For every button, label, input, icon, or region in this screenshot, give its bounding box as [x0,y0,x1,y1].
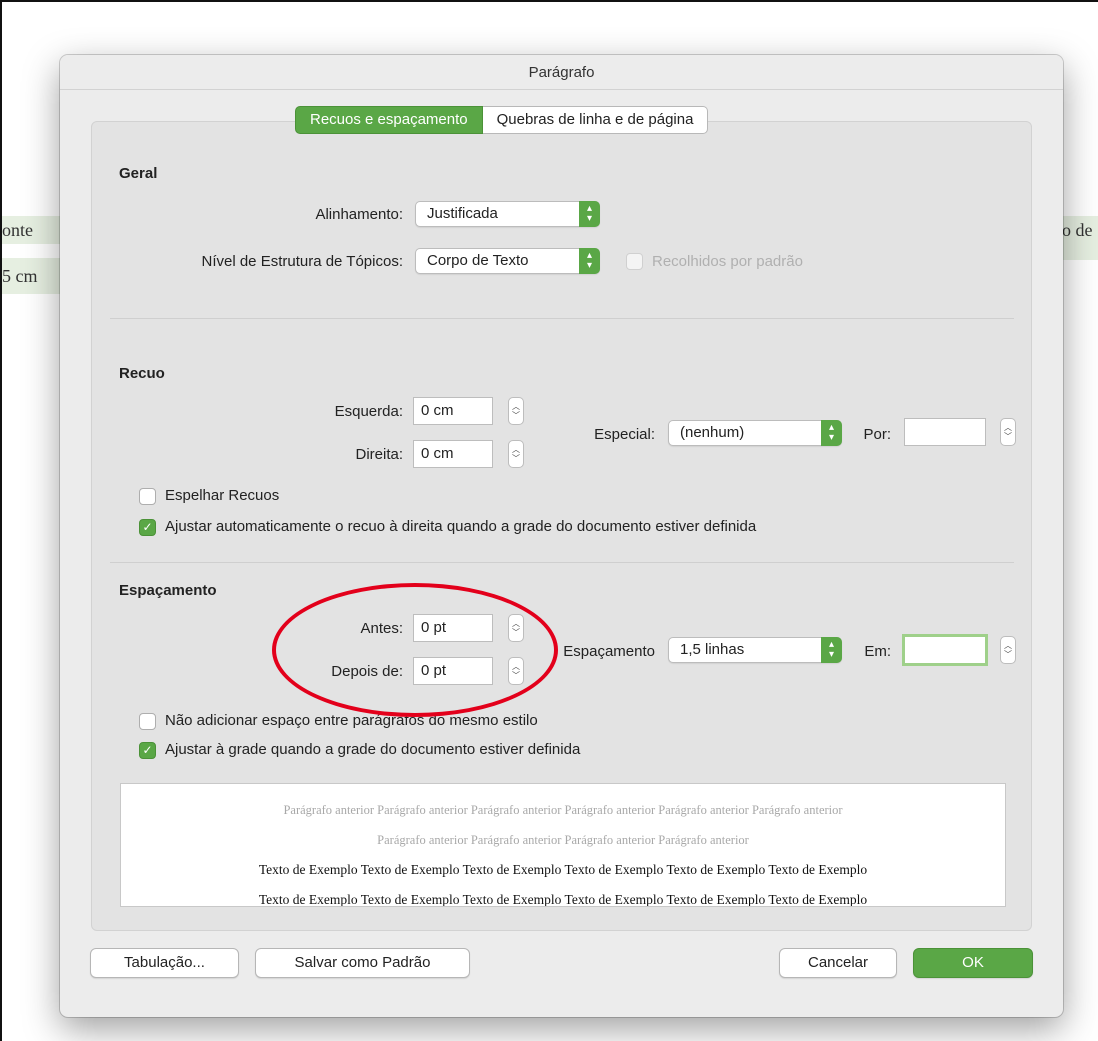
preview-previous-line: Parágrafo anterior Parágrafo anterior Pa… [377,833,749,847]
chevron-up-down-icon: ▴ ▾ [821,420,842,446]
especial-label: Especial: [594,426,655,443]
recolhidos-label: Recolhidos por padrão [652,253,803,270]
ajustar-recuo-checkbox[interactable]: ✓ [139,519,156,536]
depois-de-stepper[interactable]: ︿ ﹀ [508,657,524,685]
alinhamento-select[interactable]: Justificada ▴ ▾ [415,201,600,227]
section-title-espacamento: Espaçamento [119,582,217,599]
chevron-up-down-icon: ▴ ▾ [821,637,842,663]
nao-adicionar-espaco-label: Não adicionar espaço entre parágrafos do… [165,712,538,729]
salvar-como-padrao-button[interactable]: Salvar como Padrão [255,948,470,978]
alinhamento-label: Alinhamento: [315,206,403,223]
esquerda-label: Esquerda: [334,403,403,420]
section-title-geral: Geral [119,165,158,182]
alinhamento-value: Justificada [427,205,498,222]
preview-previous-line: Parágrafo anterior Parágrafo anterior Pa… [283,803,843,817]
cancelar-button[interactable]: Cancelar [779,948,897,978]
nivel-estrutura-value: Corpo de Texto [427,252,529,269]
dialog-title: Parágrafo [60,55,1063,90]
direita-input[interactable]: 0 cm [413,440,493,468]
especial-select[interactable]: (nenhum) ▴ ▾ [668,420,842,446]
esquerda-input[interactable]: 0 cm [413,397,493,425]
tab-bar: Recuos e espaçamento Quebras de linha e … [295,106,709,134]
direita-stepper[interactable]: ︿ ﹀ [508,440,524,468]
direita-value: 0 cm [421,445,454,462]
recolhidos-checkbox[interactable] [626,253,643,270]
ajustar-grade-label: Ajustar à grade quando a grade do docume… [165,741,581,758]
por-stepper[interactable]: ︿ ﹀ [1000,418,1016,446]
antes-stepper[interactable]: ︿ ﹀ [508,614,524,642]
chevron-up-down-icon: ▴ ▾ [579,248,600,274]
paragraph-dialog: Parágrafo Recuos e espaçamento Quebras d… [60,55,1063,1017]
direita-label: Direita: [355,446,403,463]
document-text-left-1: onte [2,216,62,244]
section-title-recuo: Recuo [119,365,165,382]
espacamento-value: 1,5 linhas [680,641,745,658]
document-text-left-2: 5 cm [2,258,62,294]
antes-input[interactable]: 0 pt [413,614,493,642]
depois-de-input[interactable]: 0 pt [413,657,493,685]
separator [110,318,1014,319]
esquerda-stepper[interactable]: ︿ ﹀ [508,397,524,425]
especial-value: (nenhum) [680,424,745,441]
depois-de-value: 0 pt [421,662,447,679]
ajustar-recuo-label: Ajustar automaticamente o recuo à direit… [165,518,757,535]
nivel-estrutura-select[interactable]: Corpo de Texto ▴ ▾ [415,248,600,274]
ajustar-grade-checkbox[interactable]: ✓ [139,742,156,759]
antes-label: Antes: [360,620,403,637]
ok-button[interactable]: OK [913,948,1033,978]
depois-de-label: Depois de: [331,663,403,680]
preview-sample-line: Texto de Exemplo Texto de Exemplo Texto … [258,892,868,907]
espelhar-recuos-checkbox[interactable] [139,488,156,505]
espacamento-label: Espaçamento [563,643,655,660]
tabulacao-button[interactable]: Tabulação... [90,948,239,978]
por-input[interactable] [904,418,986,446]
por-label: Por: [863,426,891,443]
preview-sample-line: Texto de Exemplo Texto de Exemplo Texto … [258,862,868,877]
tab-quebras-linha-pagina[interactable]: Quebras de linha e de página [482,106,709,134]
tab-recuos-espacamento[interactable]: Recuos e espaçamento [295,106,483,134]
antes-value: 0 pt [421,619,447,636]
chevron-up-down-icon: ▴ ▾ [579,201,600,227]
tab-content-panel: Geral Alinhamento: Justificada ▴ ▾ Nível … [91,121,1032,931]
nivel-estrutura-label: Nível de Estrutura de Tópicos: [201,253,404,270]
esquerda-value: 0 cm [421,402,454,419]
document-text-right-1: o de [1062,216,1098,260]
separator [110,562,1014,563]
em-stepper[interactable]: ︿ ﹀ [1000,636,1016,664]
em-label: Em: [864,643,891,660]
paragraph-preview: Parágrafo anterior Parágrafo anterior Pa… [120,783,1006,907]
nao-adicionar-espaco-checkbox[interactable] [139,713,156,730]
espelhar-recuos-label: Espelhar Recuos [165,487,280,504]
em-input[interactable] [902,634,988,666]
espacamento-select[interactable]: 1,5 linhas ▴ ▾ [668,637,842,663]
